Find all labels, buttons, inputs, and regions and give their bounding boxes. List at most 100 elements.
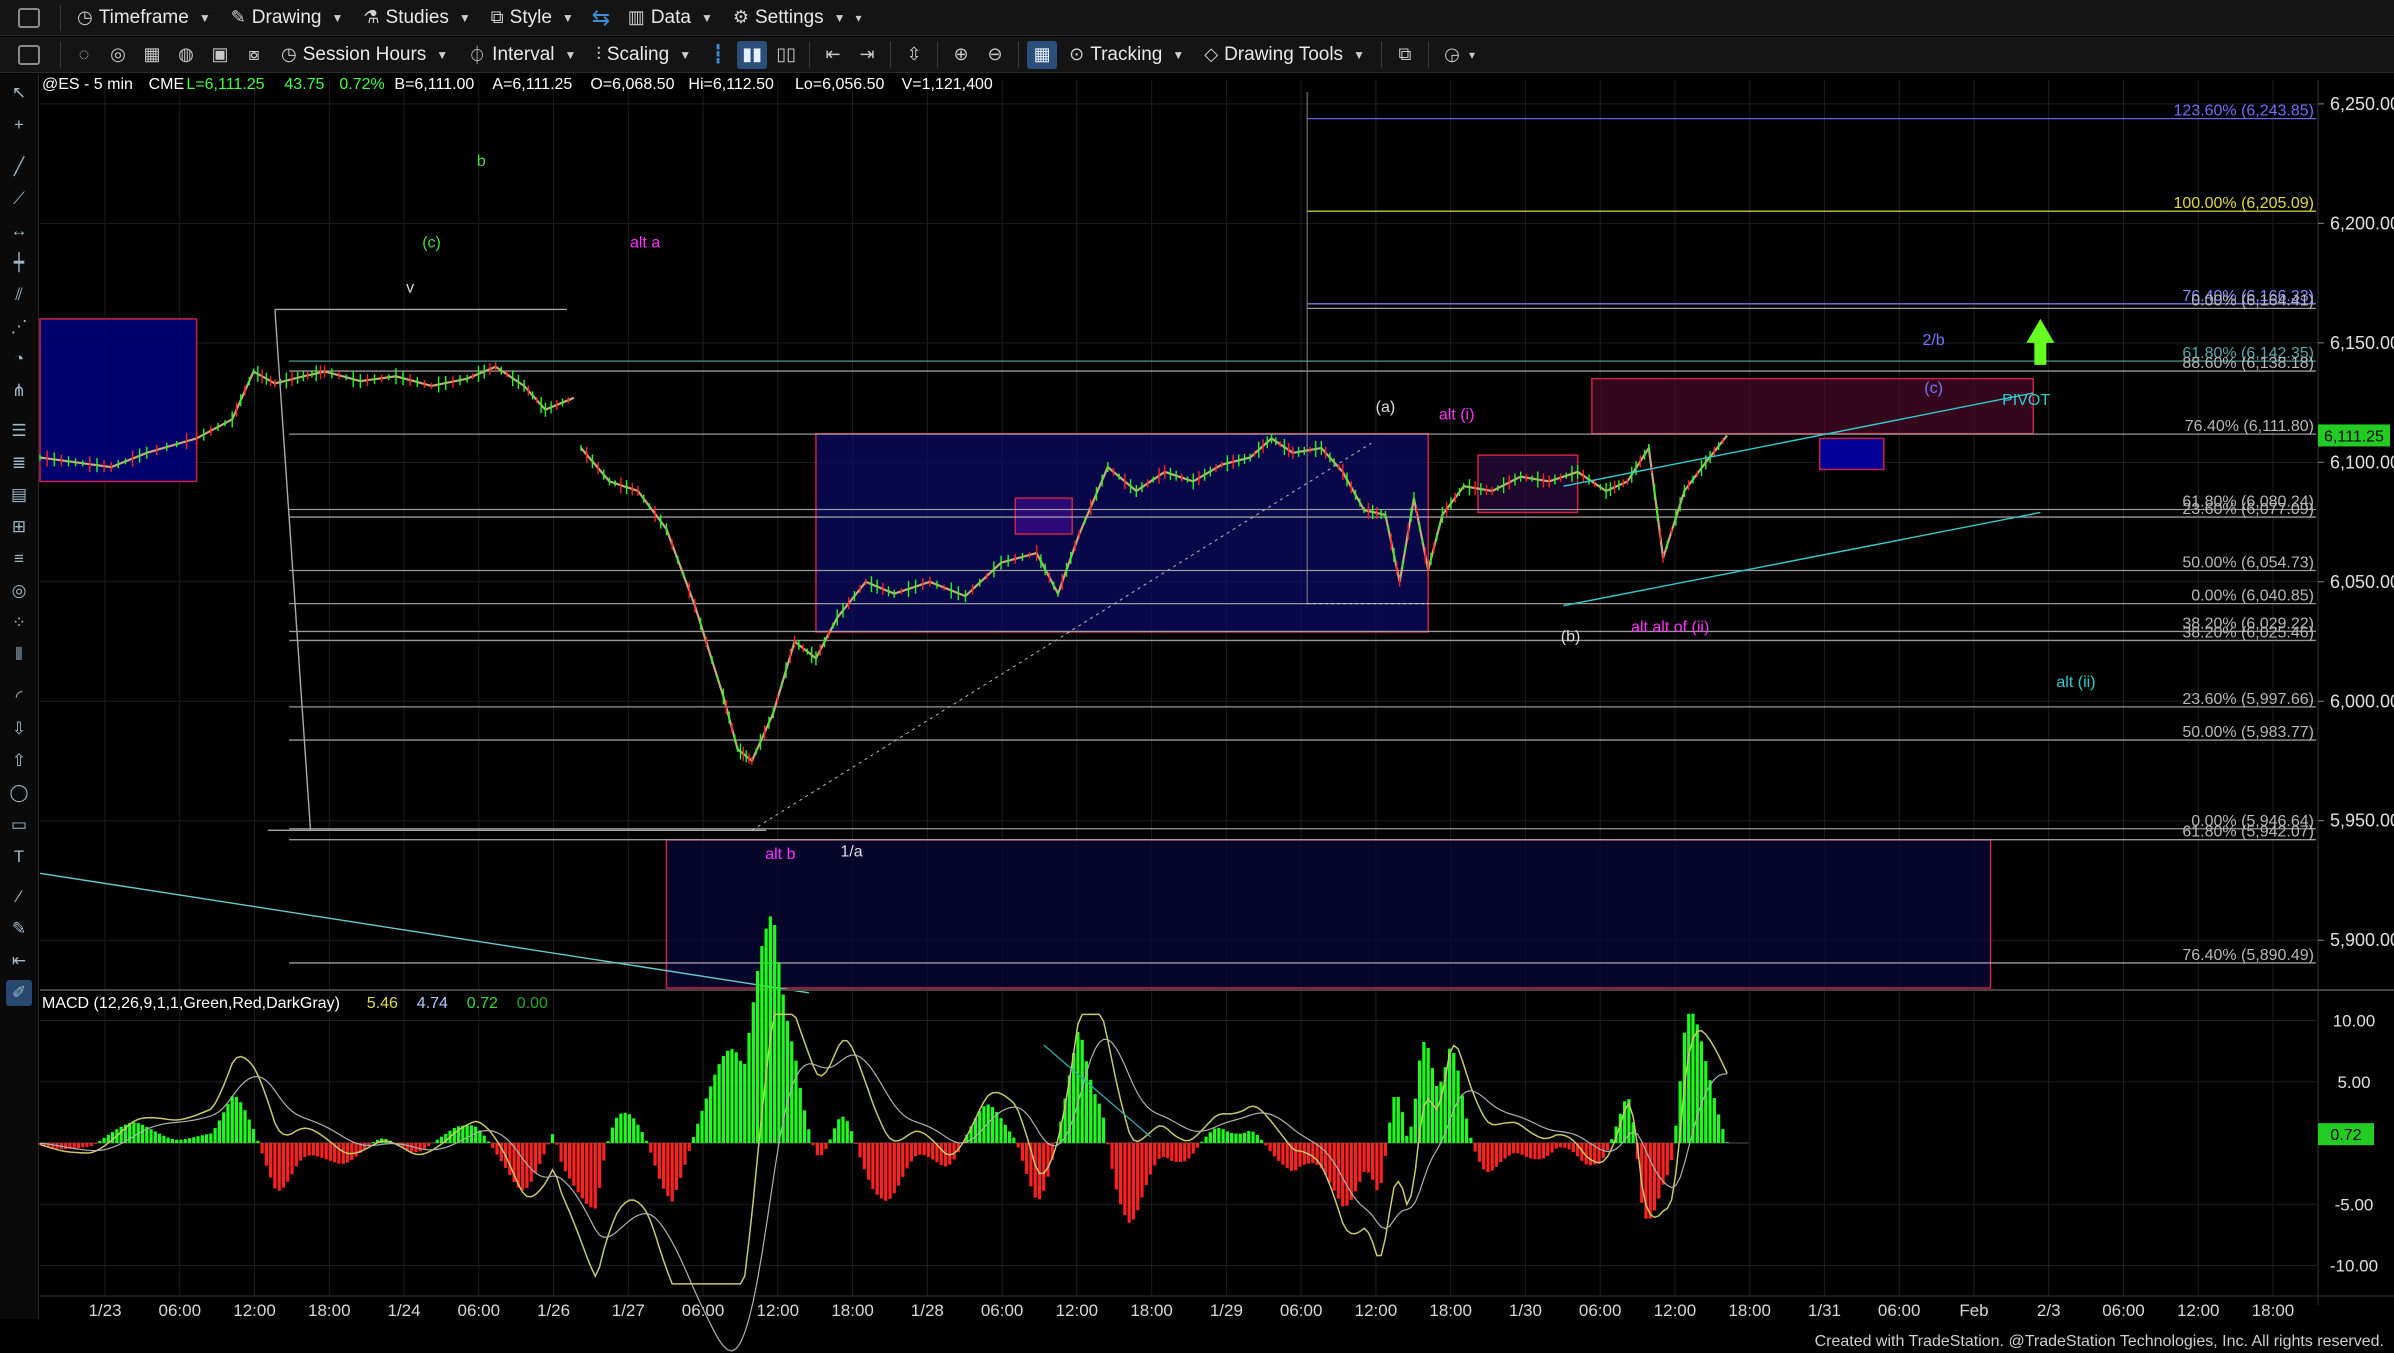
macd-histogram-bar: [1725, 1142, 1729, 1143]
macd-histogram-bar: [1281, 1143, 1285, 1165]
macd-histogram-bar: [1170, 1143, 1174, 1161]
macd-histogram-bar: [1042, 1143, 1046, 1191]
macd-histogram-bar: [354, 1143, 358, 1157]
macd-histogram-bar: [153, 1131, 157, 1143]
macd-histogram-bar: [777, 962, 781, 1143]
macd-histogram-bar: [1153, 1143, 1157, 1166]
chart-canvas[interactable]: 123.60% (6,243.85) 100.00% (6,205.09) 76.4…: [0, 0, 2394, 1353]
x-tick-label: 18:00: [1130, 1301, 1173, 1320]
macd-histogram-bar: [217, 1120, 221, 1143]
macd-histogram-bar: [508, 1143, 512, 1176]
macd-histogram-bar: [1699, 1041, 1704, 1143]
wave-label: PIVOT: [2002, 392, 2050, 409]
x-tick-label: 06:00: [458, 1301, 501, 1320]
macd-histogram-bar: [1140, 1143, 1144, 1198]
macd-histogram-bar: [119, 1126, 123, 1143]
chart-grid: [40, 80, 2318, 1296]
macd-histogram-bar: [371, 1142, 375, 1143]
macd-histogram-bar: [849, 1131, 854, 1143]
y-tick-label: 6,250.00: [2330, 94, 2394, 114]
macd-histogram-bar: [187, 1138, 192, 1143]
macd-histogram-bar: [922, 1143, 926, 1156]
macd-histogram-bar: [905, 1143, 909, 1169]
macd-histogram-bar: [674, 1143, 679, 1191]
macd-histogram-bar: [286, 1143, 290, 1182]
macd-histogram-bar: [785, 1021, 790, 1143]
fib-label: 23.60% (6,077.09): [2182, 501, 2314, 518]
y-tick-label: 6,200.00: [2330, 213, 2394, 233]
macd-histogram-bar: [1208, 1132, 1212, 1143]
fib-label: 76.40% (6,111.80): [2185, 418, 2314, 435]
macd-histogram-bar: [858, 1143, 862, 1158]
macd-histogram-bar: [1452, 1052, 1456, 1143]
macd-histogram-bar: [644, 1140, 649, 1143]
x-tick-label: 12:00: [1056, 1301, 1099, 1320]
macd-histogram-bar: [832, 1128, 837, 1143]
macd-histogram-bar: [679, 1143, 683, 1178]
macd-histogram-bar: [1550, 1143, 1554, 1153]
macd-histogram-bar: [802, 1110, 807, 1143]
macd-histogram-bar: [1016, 1143, 1020, 1148]
macd-histogram-bar: [1247, 1130, 1251, 1143]
macd-histogram-bar: [209, 1133, 213, 1143]
macd-histogram-bar: [1712, 1098, 1716, 1143]
macd-histogram-bar: [1482, 1143, 1486, 1170]
macd-histogram-bar: [696, 1123, 700, 1143]
macd-histogram-bar: [764, 928, 768, 1143]
macd-histogram-bar: [1217, 1127, 1221, 1143]
macd-histogram-bar: [1298, 1143, 1302, 1167]
macd-histogram-bar: [1409, 1126, 1413, 1143]
macd-histogram-bar: [350, 1143, 354, 1161]
macd-histogram-bar: [474, 1126, 478, 1143]
macd-histogram-bar: [1114, 1143, 1118, 1190]
macd-histogram-bar: [743, 1063, 747, 1143]
wave-label: (b): [1561, 629, 1581, 646]
macd-histogram-bar: [542, 1143, 546, 1155]
fib-label: 50.00% (5,983.77): [2182, 724, 2314, 741]
x-tick-label: 1/27: [612, 1301, 645, 1320]
wave-label: 1/a: [840, 844, 862, 861]
x-tick-label: 06:00: [2102, 1301, 2145, 1320]
macd-histogram-bar: [1375, 1143, 1379, 1191]
macd-histogram-bar: [1025, 1143, 1029, 1174]
macd-tick-label: -5.00: [2335, 1195, 2374, 1214]
macd-histogram-bar: [281, 1143, 286, 1188]
macd-histogram-bar: [751, 1002, 755, 1143]
macd-histogram-bar: [1020, 1143, 1024, 1161]
macd-histogram-bar: [1477, 1143, 1482, 1162]
macd-histogram-bar: [1089, 1079, 1093, 1143]
macd-histogram-bar: [1464, 1118, 1469, 1143]
wave-label: b: [477, 153, 486, 170]
wave-label: alt (i): [1439, 406, 1475, 423]
macd-histogram-bar: [1072, 1053, 1076, 1143]
macd-histogram-bar: [892, 1143, 896, 1194]
macd-histogram-bar: [418, 1143, 422, 1152]
macd-histogram-bar: [568, 1143, 572, 1179]
macd-histogram-bar: [546, 1143, 550, 1145]
macd-histogram-bar: [1499, 1143, 1503, 1163]
macd-histogram-bar: [610, 1127, 614, 1143]
macd-tick-label: 5.00: [2337, 1073, 2370, 1092]
macd-histogram-bar: [175, 1139, 179, 1143]
macd-histogram-bar: [196, 1136, 200, 1143]
macd-histogram-bar: [521, 1143, 525, 1191]
macd-histogram-bar: [580, 1143, 585, 1199]
up-arrow-icon: [2026, 318, 2055, 365]
macd-histogram-bar: [563, 1143, 567, 1172]
macd-histogram-bar: [72, 1143, 76, 1149]
macd-histogram-bar: [1012, 1137, 1016, 1143]
macd-histogram-bar: [1110, 1143, 1114, 1169]
macd-histogram-bar: [657, 1143, 661, 1179]
macd-histogram-bar: [1652, 1143, 1657, 1211]
macd-histogram-bar: [192, 1137, 196, 1143]
macd-histogram-bar: [995, 1111, 999, 1143]
macd-histogram-bar: [666, 1143, 670, 1197]
fib-label: 88.60% (6,138.18): [2182, 355, 2314, 372]
macd-histogram-bar: [1294, 1143, 1298, 1171]
macd-histogram-bar: [93, 1143, 98, 1144]
macd-histogram-bar: [1353, 1143, 1358, 1192]
wave-label: alt b: [765, 846, 795, 863]
macd-histogram-bar: [1400, 1112, 1405, 1143]
macd-histogram-bar: [926, 1143, 931, 1158]
macd-histogram-bar: [1546, 1143, 1550, 1156]
